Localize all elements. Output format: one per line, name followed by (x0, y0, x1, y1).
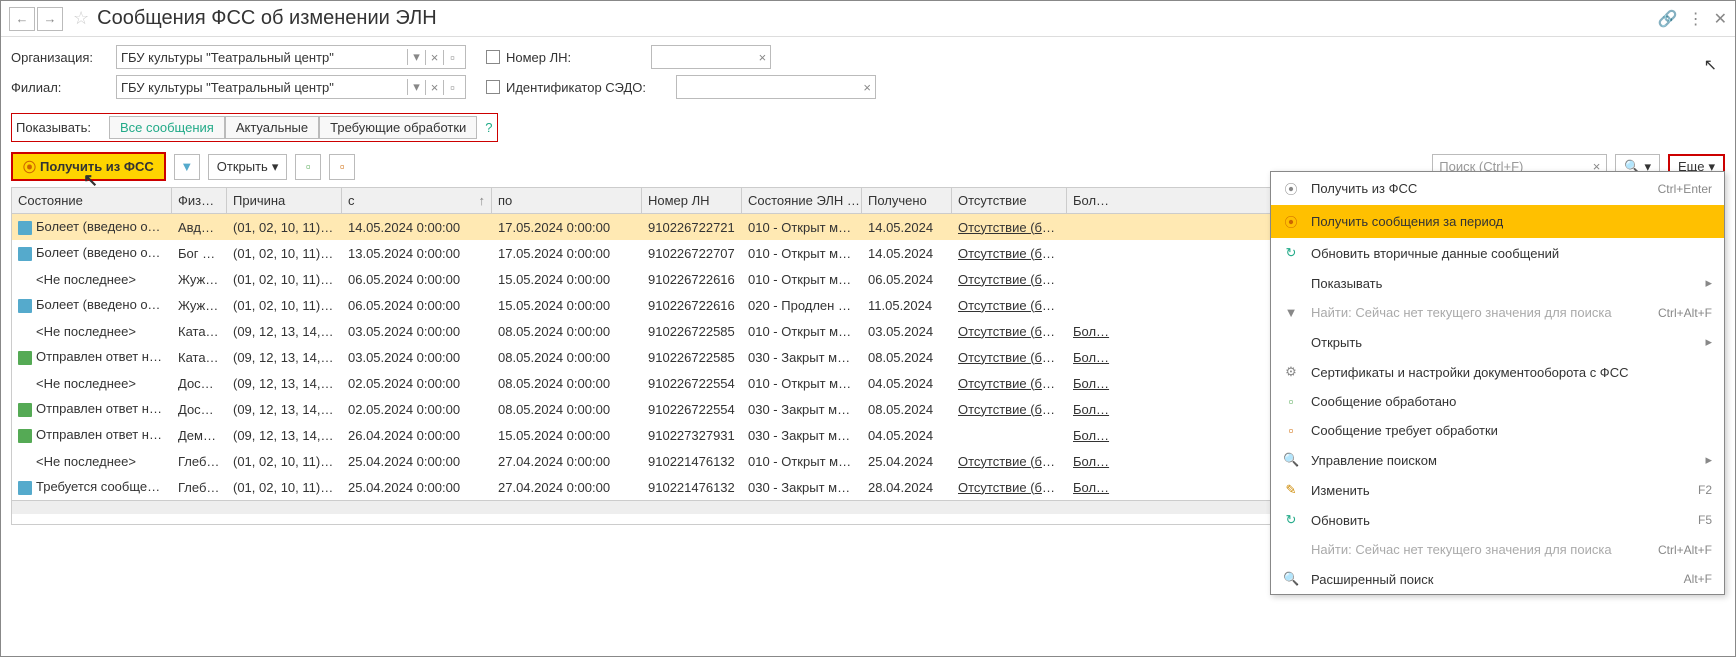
more-dropdown: ⦿Получить из ФССCtrl+Enter ⦿Получить соо… (1270, 171, 1725, 595)
menu-needs-processing[interactable]: ▫Сообщение требует обработки (1271, 416, 1724, 445)
doc-icon (18, 221, 32, 235)
clear-icon[interactable]: × (425, 80, 443, 95)
col-from[interactable]: с↑ (342, 188, 492, 213)
num-ln-input[interactable]: × (651, 45, 771, 69)
page-title: Сообщения ФСС об изменении ЭЛН (97, 7, 1658, 30)
sort-asc-icon: ↑ (479, 193, 486, 208)
menu-processed[interactable]: ▫Сообщение обработано (1271, 387, 1724, 416)
clear-icon[interactable]: × (425, 50, 443, 65)
search-icon: 🔍 (1283, 571, 1299, 587)
filter-icon-button[interactable]: ▼ (174, 154, 200, 180)
gear-icon: ⚙ (1283, 364, 1299, 380)
broadcast-icon: ⦿ (1283, 179, 1299, 198)
menu-find-disabled: ▼Найти: Сейчас нет текущего значения для… (1271, 298, 1724, 327)
nav-back-button[interactable]: ← (9, 7, 35, 31)
menu-certs[interactable]: ⚙Сертификаты и настройки документооборот… (1271, 357, 1724, 387)
menu-edit[interactable]: ✎ИзменитьF2 (1271, 475, 1724, 505)
col-received[interactable]: Получено (862, 188, 952, 213)
check-icon: ▫ (1283, 394, 1299, 409)
needs-processing-icon-button[interactable]: ▫ (329, 154, 355, 180)
tab-needs-processing[interactable]: Требующие обработки (319, 116, 477, 139)
clear-icon[interactable]: × (759, 50, 767, 65)
sedo-label: Идентификатор СЭДО: (506, 80, 646, 95)
doc-icon (18, 351, 32, 365)
cursor-icon: ↖ (1704, 55, 1717, 75)
col-eln-state[interactable]: Состояние ЭЛН … (742, 188, 862, 213)
sedo-checkbox[interactable] (486, 80, 500, 94)
menu-advanced-search[interactable]: 🔍Расширенный поискAlt+F (1271, 564, 1724, 594)
menu-find-disabled-2: Найти: Сейчас нет текущего значения для … (1271, 535, 1724, 564)
menu-refresh[interactable]: ↻ОбновитьF5 (1271, 505, 1724, 535)
doc-icon (18, 403, 32, 417)
sedo-input[interactable]: × (676, 75, 876, 99)
processed-icon-button[interactable]: ▫ (295, 154, 321, 180)
doc-icon (18, 481, 32, 495)
tab-actual[interactable]: Актуальные (225, 116, 319, 139)
chevron-down-icon: ▾ (272, 159, 279, 175)
filter-icon: ▼ (1283, 305, 1299, 320)
open-icon[interactable]: ▫ (443, 50, 461, 65)
menu-search-mgmt[interactable]: 🔍Управление поиском▸ (1271, 445, 1724, 475)
doc-icon (18, 429, 32, 443)
col-reason[interactable]: Причина (227, 188, 342, 213)
broadcast-icon: ⦿ (23, 157, 36, 176)
favorite-icon[interactable]: ☆ (73, 8, 89, 29)
alert-icon: ▫ (1283, 423, 1299, 438)
open-button[interactable]: Открыть▾ (208, 154, 288, 180)
kebab-icon[interactable]: ⋮ (1688, 9, 1704, 29)
show-label: Показывать: (16, 120, 91, 135)
menu-show[interactable]: Показывать▸ (1271, 268, 1724, 298)
doc-icon (18, 299, 32, 313)
menu-get-period[interactable]: ⦿Получить сообщения за период (1271, 205, 1724, 238)
chevron-right-icon: ▸ (1705, 452, 1712, 468)
filters-panel: Организация: ГБУ культуры "Театральный ц… (1, 37, 1735, 109)
doc-icon (18, 247, 32, 261)
link-icon[interactable]: 🔗 (1658, 9, 1678, 29)
broadcast-icon: ⦿ (1283, 212, 1299, 231)
nav-forward-button[interactable]: → (37, 7, 63, 31)
titlebar: ← → ☆ Сообщения ФСС об изменении ЭЛН 🔗 ⋮… (1, 1, 1735, 37)
branch-select[interactable]: ГБУ культуры "Театральный центр" ▾ × ▫ (116, 75, 466, 99)
chevron-right-icon: ▸ (1705, 334, 1712, 350)
num-ln-label: Номер ЛН: (506, 50, 571, 65)
chevron-down-icon[interactable]: ▾ (407, 79, 425, 95)
menu-update-secondary[interactable]: ↻Обновить вторичные данные сообщений (1271, 238, 1724, 268)
show-tabs: Показывать: Все сообщения Актуальные Тре… (11, 113, 498, 142)
help-icon[interactable]: ? (485, 120, 492, 135)
tab-all-messages[interactable]: Все сообщения (109, 116, 225, 139)
col-state[interactable]: Состояние (12, 188, 172, 213)
open-icon[interactable]: ▫ (443, 80, 461, 95)
close-icon[interactable]: ✕ (1714, 9, 1727, 29)
org-label: Организация: (11, 50, 116, 65)
branch-label: Филиал: (11, 80, 116, 95)
col-absence[interactable]: Отсутствие (952, 188, 1067, 213)
chevron-down-icon[interactable]: ▾ (407, 49, 425, 65)
clear-icon[interactable]: × (863, 80, 871, 95)
org-select[interactable]: ГБУ культуры "Театральный центр" ▾ × ▫ (116, 45, 466, 69)
col-fiz[interactable]: Физ… (172, 188, 227, 213)
get-from-fss-button[interactable]: ⦿ Получить из ФСС ↖ (11, 152, 166, 181)
num-ln-checkbox[interactable] (486, 50, 500, 64)
col-to[interactable]: по (492, 188, 642, 213)
chevron-right-icon: ▸ (1705, 275, 1712, 291)
refresh-icon: ↻ (1283, 245, 1299, 261)
menu-open[interactable]: Открыть▸ (1271, 327, 1724, 357)
refresh-icon: ↻ (1283, 512, 1299, 528)
pencil-icon: ✎ (1283, 482, 1299, 498)
menu-get-fss[interactable]: ⦿Получить из ФССCtrl+Enter (1271, 172, 1724, 205)
search-icon: 🔍 (1283, 452, 1299, 468)
col-num[interactable]: Номер ЛН (642, 188, 742, 213)
